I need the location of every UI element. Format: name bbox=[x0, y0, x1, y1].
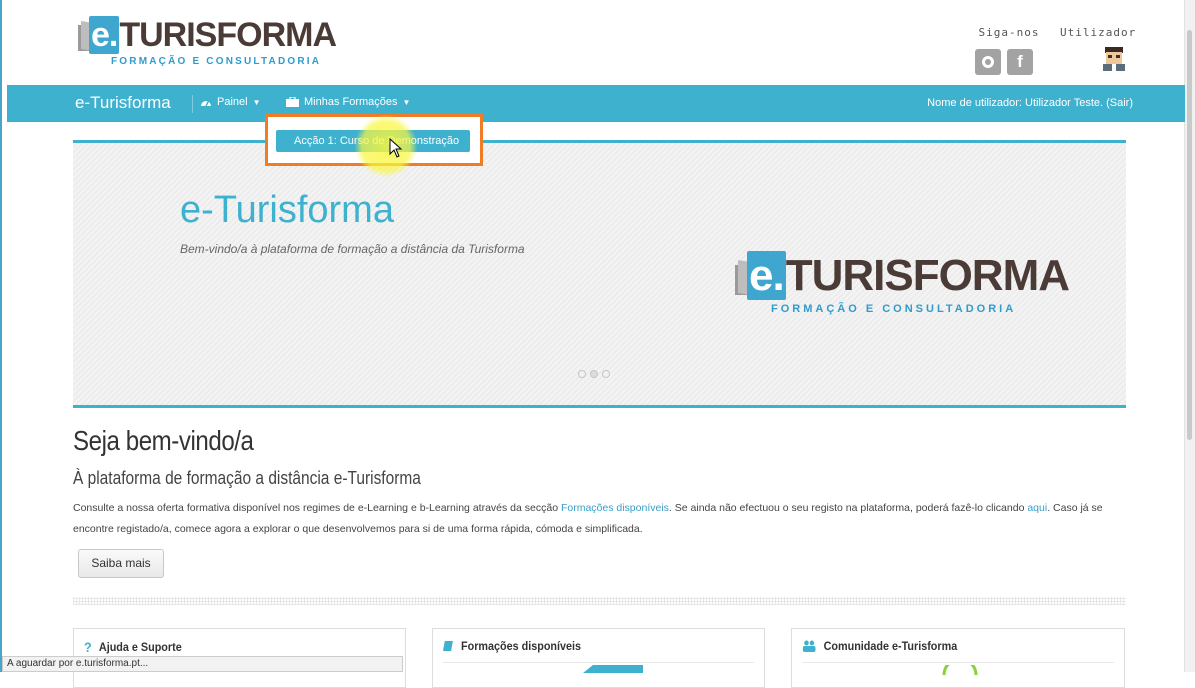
nav-my-courses-label: Minhas Formações bbox=[304, 96, 398, 108]
scrollbar[interactable] bbox=[1184, 0, 1195, 672]
slider-dot[interactable] bbox=[590, 370, 598, 378]
main-navbar: e-Turisforma Painel ▼ Minhas Formações ▼… bbox=[7, 85, 1185, 122]
mouse-cursor-icon bbox=[389, 138, 403, 158]
learn-more-button[interactable]: Saiba mais bbox=[78, 549, 164, 578]
nav-divider bbox=[192, 95, 193, 113]
briefcase-icon bbox=[286, 97, 299, 107]
slider-dot[interactable] bbox=[602, 370, 610, 378]
follow-us: Siga-nos f bbox=[975, 26, 1043, 75]
browser-status-bar: A aguardar por e.turisforma.pt... bbox=[2, 656, 403, 672]
welcome-title: Seja bem-vindo/a bbox=[73, 425, 254, 456]
nav-my-courses[interactable]: Minhas Formações ▼ bbox=[286, 96, 410, 108]
users-icon bbox=[802, 640, 816, 652]
avatar[interactable] bbox=[1103, 47, 1125, 71]
hero-logo: e.TURISFORMA FORMAÇÃO E CONSULTADORIA bbox=[733, 251, 1070, 321]
site-logo[interactable]: e.TURISFORMA FORMAÇÃO E CONSULTADORIA bbox=[75, 14, 337, 72]
site-header: e.TURISFORMA FORMAÇÃO E CONSULTADORIA Si… bbox=[0, 0, 1185, 85]
globe-icon[interactable] bbox=[975, 49, 1001, 75]
slider-indicators bbox=[578, 370, 610, 378]
card-available-courses: Formações disponíveis bbox=[432, 628, 765, 688]
chevron-down-icon: ▼ bbox=[402, 97, 411, 107]
nav-panel-label: Painel bbox=[217, 96, 248, 108]
link-register-here[interactable]: aqui bbox=[1027, 502, 1047, 514]
user-label: Utilizador bbox=[1060, 26, 1137, 39]
follow-label: Siga-nos bbox=[978, 26, 1040, 39]
card-community: Comunidade e-Turisforma bbox=[791, 628, 1125, 688]
slider-dot[interactable] bbox=[578, 370, 586, 378]
nav-panel[interactable]: Painel ▼ bbox=[200, 96, 261, 108]
welcome-text: Consulte a nossa oferta formativa dispon… bbox=[73, 502, 1103, 535]
logged-user-text[interactable]: Nome de utilizador: Utilizador Teste. (S… bbox=[927, 97, 1133, 109]
window-border bbox=[0, 0, 2, 672]
section-divider bbox=[73, 597, 1126, 605]
question-icon: ? bbox=[84, 639, 92, 655]
book-icon bbox=[443, 641, 453, 651]
welcome-subtitle: À plataforma de formação a distância e-T… bbox=[73, 468, 421, 488]
hero-slider: e-Turisforma Bem-vindo/a à plataforma de… bbox=[73, 140, 1126, 408]
nav-brand[interactable]: e-Turisforma bbox=[75, 93, 171, 113]
hero-title: e-Turisforma bbox=[180, 189, 394, 231]
facebook-icon[interactable]: f bbox=[1007, 49, 1033, 75]
hero-logo-tagline: FORMAÇÃO E CONSULTADORIA bbox=[771, 303, 1017, 315]
logo-wordmark: e.TURISFORMA bbox=[89, 16, 337, 54]
logo-tagline: FORMAÇÃO E CONSULTADORIA bbox=[111, 56, 322, 67]
dashboard-icon bbox=[201, 100, 211, 107]
chevron-down-icon: ▼ bbox=[252, 97, 261, 107]
card-title[interactable]: Comunidade e-Turisforma bbox=[824, 639, 958, 653]
cursor-highlight bbox=[355, 115, 417, 177]
card-title[interactable]: Ajuda e Suporte bbox=[99, 640, 182, 654]
link-available-courses[interactable]: Formações disponíveis bbox=[561, 502, 669, 514]
user-menu[interactable]: Utilizador bbox=[1060, 26, 1137, 76]
community-illustration-icon bbox=[942, 665, 978, 675]
scrollbar-thumb[interactable] bbox=[1187, 30, 1192, 440]
hero-logo-wordmark: e.TURISFORMA bbox=[747, 251, 1070, 300]
card-title[interactable]: Formações disponíveis bbox=[461, 639, 581, 653]
hero-subtitle: Bem-vindo/a à plataforma de formação a d… bbox=[180, 242, 525, 256]
